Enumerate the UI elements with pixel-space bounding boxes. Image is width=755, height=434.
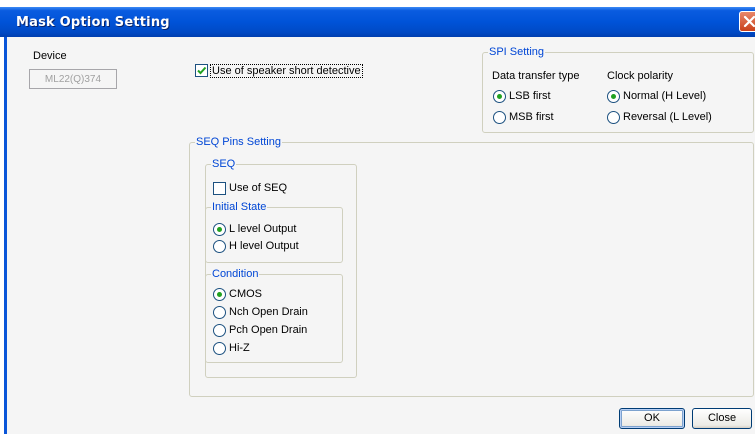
- pch-open-drain-radio[interactable]: [213, 324, 226, 337]
- hi-z-radio[interactable]: [213, 342, 226, 355]
- l-level-output-radio[interactable]: [213, 223, 226, 236]
- normal-h-level-radio[interactable]: [607, 90, 620, 103]
- device-label: Device: [33, 50, 67, 62]
- cmos-radio[interactable]: [213, 288, 226, 301]
- use-of-seq-checkbox[interactable]: [213, 182, 226, 195]
- hi-z-label[interactable]: Hi-Z: [229, 342, 250, 354]
- initial-state-title: Initial State: [212, 201, 267, 213]
- nch-open-drain-radio[interactable]: [213, 306, 226, 319]
- clock-polarity-label: Clock polarity: [607, 70, 674, 82]
- pch-open-drain-label[interactable]: Pch Open Drain: [229, 324, 307, 336]
- speaker-short-label[interactable]: Use of speaker short detective: [210, 64, 363, 78]
- title-bar[interactable]: Mask Option Setting: [0, 7, 755, 37]
- normal-h-level-label[interactable]: Normal (H Level): [623, 90, 706, 102]
- cmos-label[interactable]: CMOS: [229, 288, 262, 300]
- h-level-output-radio[interactable]: [213, 240, 226, 253]
- check-icon: [197, 66, 207, 75]
- close-icon: [743, 15, 755, 28]
- lsb-first-radio[interactable]: [493, 90, 506, 103]
- reversal-l-level-label[interactable]: Reversal (L Level): [623, 111, 712, 123]
- h-level-output-label[interactable]: H level Output: [229, 240, 299, 252]
- msb-first-radio[interactable]: [493, 111, 506, 124]
- msb-first-label[interactable]: MSB first: [509, 111, 554, 123]
- window-close-button[interactable]: [739, 11, 755, 32]
- lsb-first-label[interactable]: LSB first: [509, 90, 551, 102]
- window-title: Mask Option Setting: [16, 15, 170, 30]
- seq-pins-setting-title: SEQ Pins Setting: [196, 136, 281, 148]
- seq-title: SEQ: [212, 158, 236, 170]
- reversal-l-level-radio[interactable]: [607, 111, 620, 124]
- mask-option-dialog: Mask Option Setting Device ML22(Q)374 Us…: [0, 0, 755, 434]
- use-of-seq-label[interactable]: Use of SEQ: [229, 182, 287, 194]
- spi-setting-title: SPI Setting: [489, 46, 545, 58]
- nch-open-drain-label[interactable]: Nch Open Drain: [229, 306, 308, 318]
- l-level-output-label[interactable]: L level Output: [229, 223, 296, 235]
- ok-button[interactable]: OK: [619, 408, 685, 429]
- speaker-short-checkbox[interactable]: [195, 64, 208, 77]
- condition-title: Condition: [212, 268, 259, 280]
- data-transfer-label: Data transfer type: [492, 70, 580, 82]
- device-field: ML22(Q)374: [29, 69, 117, 89]
- close-button[interactable]: Close: [692, 408, 752, 429]
- dialog-body: Device ML22(Q)374 Use of speaker short d…: [4, 37, 755, 434]
